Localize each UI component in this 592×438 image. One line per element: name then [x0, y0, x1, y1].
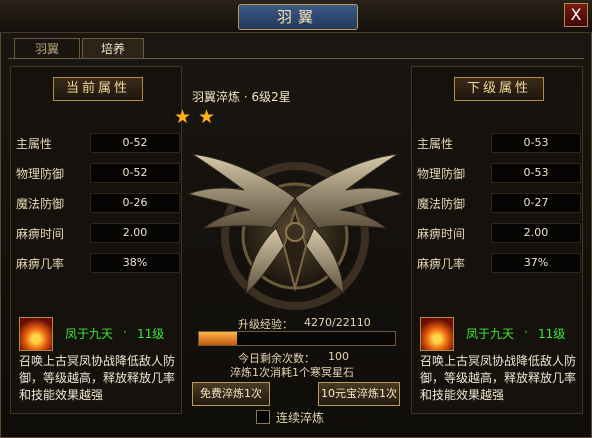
forge-title: 羽翼淬炼 · 6级2星 [192, 90, 291, 104]
attr-value: 37% [491, 253, 581, 273]
attr-value: 2.00 [90, 223, 180, 243]
attr-name: 物理防御 [16, 167, 65, 181]
attr-row: 麻痹几率 37% [417, 253, 581, 273]
wings-emblem-image [186, 153, 404, 310]
attr-row: 麻痹几率 38% [16, 253, 180, 273]
attr-row: 魔法防御 0-27 [417, 193, 581, 213]
tab-divider [8, 58, 584, 59]
tab-cultivate[interactable]: 培养 [82, 38, 144, 59]
current-attributes-panel: 当前属性 主属性 0-52 物理防御 0-52 魔法防御 0-26 麻痹时间 2… [10, 66, 182, 414]
free-forge-button[interactable]: 免费淬炼1次 [192, 382, 270, 406]
flame-skill-icon[interactable] [19, 317, 53, 351]
skill-level: 11级 [538, 327, 566, 341]
attr-row: 主属性 0-53 [417, 133, 581, 153]
forge-area: 羽翼淬炼 · 6级2星 ★ ★ 升级经验： 4270/22110 今日剩余次数：… [174, 66, 404, 436]
continuous-forge-label: 连续淬炼 [276, 411, 325, 425]
attr-name: 魔法防御 [16, 197, 65, 211]
title-bar: 羽翼 X [0, 0, 592, 33]
current-attributes-title: 当前属性 [53, 77, 143, 101]
attr-value: 0-52 [90, 133, 180, 153]
exp-value: 4270/22110 [304, 316, 371, 329]
attr-name: 麻痹几率 [417, 257, 466, 271]
skill-separator: · [524, 325, 528, 339]
attr-name: 物理防御 [417, 167, 466, 181]
skill-name: 凤于九天 [65, 327, 114, 341]
skill-name: 凤于九天 [466, 327, 515, 341]
star-icon: ★ [174, 106, 192, 128]
next-attributes-panel: 下级属性 主属性 0-53 物理防御 0-53 魔法防御 0-27 麻痹时间 2… [411, 66, 583, 414]
exp-progress-fill [199, 332, 237, 345]
skill-separator: · [123, 325, 127, 339]
exp-label: 升级经验： [238, 318, 293, 331]
window-title: 羽翼 [238, 4, 358, 30]
attr-value: 0-52 [90, 163, 180, 183]
attr-name: 主属性 [417, 137, 454, 151]
flame-skill-icon[interactable] [420, 317, 454, 351]
attr-row: 魔法防御 0-26 [16, 193, 180, 213]
attr-row: 麻痹时间 2.00 [417, 223, 581, 243]
next-attributes-title: 下级属性 [454, 77, 544, 101]
paid-forge-button[interactable]: 10元宝淬炼1次 [318, 382, 400, 406]
attr-row: 物理防御 0-53 [417, 163, 581, 183]
skill-description: 召唤上古冥凤协战降低敌人防御，等级越高，释放释放几率和技能效果越强 [420, 354, 577, 402]
skill-description: 召唤上古冥凤协战降低敌人防御，等级越高，释放释放几率和技能效果越强 [19, 354, 176, 402]
attr-name: 麻痹时间 [417, 227, 466, 241]
attr-value: 38% [90, 253, 180, 273]
tab-wings[interactable]: 羽翼 [14, 38, 80, 59]
attr-row: 主属性 0-52 [16, 133, 180, 153]
attr-name: 主属性 [16, 137, 53, 151]
attr-value: 0-26 [90, 193, 180, 213]
attr-value: 0-27 [491, 193, 581, 213]
attr-value: 0-53 [491, 163, 581, 183]
exp-progress-bar [198, 331, 396, 346]
continuous-forge-checkbox[interactable] [256, 410, 270, 424]
attr-row: 物理防御 0-52 [16, 163, 180, 183]
attr-name: 麻痹时间 [16, 227, 65, 241]
close-button[interactable]: X [564, 3, 588, 27]
attr-name: 魔法防御 [417, 197, 466, 211]
attr-name: 麻痹几率 [16, 257, 65, 271]
cost-text: 淬炼1次消耗1个寒冥星石 [230, 366, 354, 379]
star-icon: ★ [198, 106, 216, 128]
skill-level: 11级 [137, 327, 165, 341]
remaining-count: 100 [328, 350, 349, 363]
attr-value: 0-53 [491, 133, 581, 153]
attr-row: 麻痹时间 2.00 [16, 223, 180, 243]
attr-value: 2.00 [491, 223, 581, 243]
